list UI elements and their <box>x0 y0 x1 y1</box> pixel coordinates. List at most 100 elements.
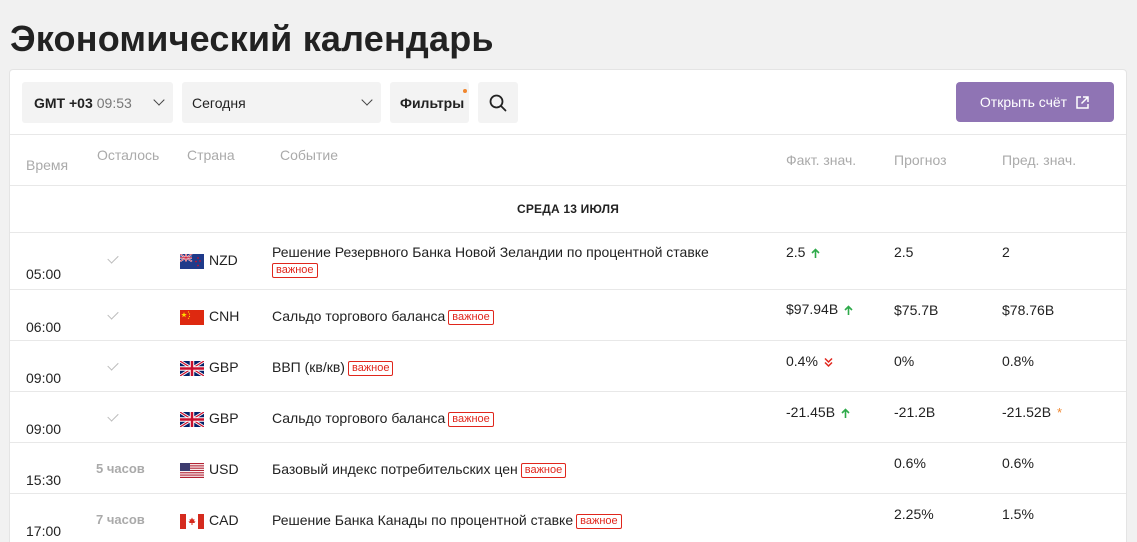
actual-cell: 2.5 <box>786 244 821 260</box>
header-actual: Факт. знач. <box>786 152 857 168</box>
actual-value: $97.94B <box>786 301 839 317</box>
double-chevron-down-icon <box>824 357 833 367</box>
country-cell: GBP <box>180 410 239 427</box>
forecast-value: $75.7B <box>894 302 939 318</box>
forecast-value: 2.25% <box>894 506 934 522</box>
actual-cell: 0.4% <box>786 353 833 369</box>
country-cell: GBP <box>180 359 239 376</box>
table-row[interactable]: 15:30 5 часов USD Базовый индекс потреби… <box>10 443 1126 494</box>
event-title: Сальдо торгового баланса <box>272 410 446 426</box>
check-icon <box>107 359 119 371</box>
event-time: 17:00 <box>26 523 62 539</box>
event-name[interactable]: Сальдо торгового баланса важное <box>272 410 762 427</box>
event-name[interactable]: ВВП (кв/кв) важное <box>272 359 762 376</box>
open-account-label: Открыть счёт <box>979 94 1068 110</box>
open-account-button[interactable]: Открыть счёт <box>956 82 1114 122</box>
header-remaining: Осталось <box>97 147 160 163</box>
event-name[interactable]: Базовый индекс потребительских цен важное <box>272 461 762 478</box>
forecast-value: -21.2B <box>894 404 936 420</box>
event-name[interactable]: Решение Резервного Банка Новой Зеландии … <box>272 244 762 278</box>
timezone-label: GMT +03 <box>34 94 93 111</box>
arrow-up-icon <box>844 305 853 315</box>
search-icon <box>489 94 507 111</box>
previous-cell: 1.5% <box>1002 506 1034 522</box>
check-icon <box>107 308 119 320</box>
previous-value: 0.8% <box>1002 353 1034 369</box>
nz-flag-icon <box>180 253 204 269</box>
remaining-time: 7 часов <box>96 512 145 527</box>
previous-cell: 0.6% <box>1002 455 1034 471</box>
check-icon <box>107 252 119 264</box>
search-button[interactable] <box>478 82 518 123</box>
event-time: 15:30 <box>26 472 62 488</box>
currency-code: NZD <box>209 252 238 268</box>
header-time: Время <box>26 157 69 173</box>
arrow-up-icon <box>841 408 850 418</box>
date-value: Сегодня <box>192 94 246 111</box>
previous-cell: 0.8% <box>1002 353 1034 369</box>
actual-value: 0.4% <box>786 353 818 369</box>
filters-button[interactable]: Фильтры <box>390 82 469 123</box>
page-title: Экономический календарь <box>10 18 494 59</box>
currency-code: USD <box>209 461 239 477</box>
actual-cell: -21.45B <box>786 404 850 420</box>
cn-flag-icon <box>180 309 204 325</box>
previous-cell: $78.76B <box>1002 302 1054 318</box>
event-name[interactable]: Решение Банка Канады по процентной ставк… <box>272 512 762 529</box>
table-row[interactable]: 05:00 NZD Решение Резервного Банка Новой… <box>10 233 1126 290</box>
filters-label: Фильтры <box>400 94 465 111</box>
table-header: Время Осталось Страна Событие Факт. знач… <box>10 135 1126 186</box>
previous-value: 1.5% <box>1002 506 1034 522</box>
event-time: 09:00 <box>26 370 62 386</box>
forecast-value: 2.5 <box>894 244 914 260</box>
country-cell: USD <box>180 461 239 478</box>
filter-indicator-dot <box>463 89 467 93</box>
event-title: Базовый индекс потребительских цен <box>272 461 518 477</box>
header-country: Страна <box>187 147 235 163</box>
previous-cell: 2 <box>1002 244 1010 260</box>
currency-code: CNH <box>209 308 240 324</box>
country-cell: CAD <box>180 512 239 529</box>
header-previous: Пред. знач. <box>1002 152 1077 168</box>
chevron-down-icon <box>361 94 373 106</box>
check-icon <box>107 410 119 422</box>
table-row[interactable]: 17:00 7 часов CAD Решение Банка Канады п… <box>10 494 1126 542</box>
table-row[interactable]: 06:00 CNH Сальдо торгового баланса важное… <box>10 290 1126 341</box>
previous-value: -21.52B <box>1002 404 1052 420</box>
ca-flag-icon <box>180 513 204 529</box>
country-cell: NZD <box>180 252 238 269</box>
chevron-down-icon <box>153 94 165 106</box>
gb-flag-icon <box>180 360 204 376</box>
revised-star-icon: * <box>1057 405 1063 420</box>
currency-code: CAD <box>209 512 239 528</box>
table-row[interactable]: 09:00 GBP Сальдо торгового баланса важное… <box>10 392 1126 443</box>
remaining-time: 5 часов <box>96 461 145 476</box>
header-forecast: Прогноз <box>894 152 947 168</box>
header-event: Событие <box>280 147 338 163</box>
date-select[interactable]: Сегодня <box>182 82 381 123</box>
table-row[interactable]: 09:00 GBP ВВП (кв/кв) важное 0.4% 0% 0.8% <box>10 341 1126 392</box>
actual-cell: $97.94B <box>786 301 853 317</box>
important-badge: важное <box>347 361 394 376</box>
country-cell: CNH <box>180 308 239 325</box>
event-title: ВВП (кв/кв) <box>272 359 345 375</box>
event-time: 05:00 <box>26 266 62 282</box>
important-badge: важное <box>448 412 494 427</box>
timezone-time: 09:53 <box>96 94 132 111</box>
calendar-card: GMT +03 09:53 Сегодня Фильтры Открыть сч… <box>9 69 1127 542</box>
external-link-icon <box>1076 95 1089 109</box>
event-time: 06:00 <box>26 319 62 335</box>
previous-cell: -21.52B * <box>1002 404 1062 420</box>
previous-value: $78.76B <box>1002 302 1055 318</box>
currency-code: GBP <box>209 410 239 426</box>
currency-code: GBP <box>209 359 239 375</box>
timezone-select[interactable]: GMT +03 09:53 <box>22 82 173 123</box>
gb-flag-icon <box>180 411 204 427</box>
day-separator: СРЕДА 13 ИЮЛЯ <box>10 186 1126 233</box>
actual-value: -21.45B <box>786 404 836 420</box>
event-name[interactable]: Сальдо торгового баланса важное <box>272 308 762 325</box>
event-title: Решение Банка Канады по процентной ставк… <box>272 512 574 528</box>
important-badge: важное <box>520 463 567 478</box>
previous-value: 2 <box>1002 244 1010 260</box>
event-title: Решение Резервного Банка Новой Зеландии … <box>272 244 709 260</box>
